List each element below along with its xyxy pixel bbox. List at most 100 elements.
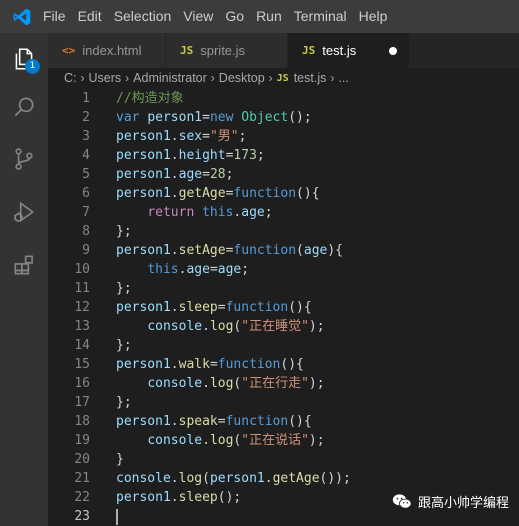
code-line[interactable]: 5 person1.age=28; <box>48 165 519 184</box>
code-line[interactable]: 18 person1.speak=function(){ <box>48 412 519 431</box>
code-text: return this.age; <box>116 203 273 222</box>
code-token: . <box>170 490 179 505</box>
code-line[interactable]: 10 this.age=age; <box>48 260 519 279</box>
code-token: getAge <box>272 471 320 486</box>
code-text: console.log(person1.getAge()); <box>116 469 351 488</box>
code-line[interactable]: 15 person1.walk=function(){ <box>48 355 519 374</box>
code-token: person1 <box>116 414 171 429</box>
code-line[interactable]: 21 console.log(person1.getAge()); <box>48 469 519 488</box>
code-token: age <box>186 262 210 277</box>
menu-item-terminal[interactable]: Terminal <box>288 0 353 33</box>
line-number: 3 <box>82 129 90 144</box>
extensions-icon[interactable] <box>0 241 48 289</box>
code-line[interactable]: 16 console.log("正在行走"); <box>48 374 519 393</box>
code-token: age <box>241 205 265 220</box>
code-line[interactable]: 4 person1.height=173; <box>48 146 519 165</box>
menu-item-edit[interactable]: Edit <box>72 0 108 33</box>
code-token: } <box>116 452 124 467</box>
code-text: } <box>116 450 124 469</box>
code-text: var person1=new Object(); <box>116 108 312 127</box>
code-line[interactable]: 17}; <box>48 393 519 412</box>
code-token: person1 <box>147 110 203 125</box>
menu-item-selection[interactable]: Selection <box>108 0 178 33</box>
code-token: (){ <box>280 357 304 372</box>
tab-sprite-js[interactable]: JS sprite.js <box>166 33 288 68</box>
activity-bar: 1 <box>0 33 48 526</box>
menu-item-run[interactable]: Run <box>250 0 288 33</box>
code-token: ; <box>241 262 250 277</box>
breadcrumb-more[interactable]: ... <box>338 71 348 85</box>
line-number: 15 <box>74 357 90 372</box>
code-line[interactable]: 11}; <box>48 279 519 298</box>
tab-test-js[interactable]: JS test.js <box>288 33 410 68</box>
text-cursor <box>116 509 118 525</box>
line-number: 14 <box>74 338 90 353</box>
code-text: this.age=age; <box>116 260 249 279</box>
breadcrumb-file[interactable]: test.js <box>294 71 327 85</box>
run-debug-icon[interactable] <box>0 188 48 236</box>
code-line[interactable]: 7 return this.age; <box>48 203 519 222</box>
line-number: 18 <box>74 414 90 429</box>
line-number: 22 <box>74 490 90 505</box>
explorer-icon[interactable]: 1 <box>0 35 48 83</box>
breadcrumb-item[interactable]: Desktop <box>219 71 265 85</box>
code-token: = <box>209 357 218 372</box>
code-line[interactable]: 3 person1.sex="男"; <box>48 127 519 146</box>
breadcrumb-item[interactable]: Administrator <box>133 71 207 85</box>
code-token: log <box>209 319 234 334</box>
wechat-logo-icon <box>392 494 412 509</box>
code-token: ){ <box>327 243 344 258</box>
code-line[interactable]: 20} <box>48 450 519 469</box>
breadcrumb-item[interactable]: C: <box>64 71 77 85</box>
code-token: age <box>303 243 328 258</box>
source-control-icon[interactable] <box>0 135 48 183</box>
code-token: person1 <box>116 300 171 315</box>
code-token: = <box>209 262 218 277</box>
menu-item-file[interactable]: File <box>43 0 72 33</box>
code-text: person1.speak=function(){ <box>116 412 312 431</box>
html-file-icon: <> <box>62 44 76 57</box>
code-text: }; <box>116 222 132 241</box>
tab-index-html[interactable]: <> index.html <box>48 33 166 68</box>
tab-label: index.html <box>82 43 142 58</box>
code-text: person1.walk=function(){ <box>116 355 304 374</box>
line-number: 12 <box>74 300 90 315</box>
title-bar: File Edit Selection View Go Run Terminal Help <box>0 0 519 33</box>
code-token: this <box>147 262 179 277</box>
unsaved-dot-icon[interactable] <box>389 46 397 55</box>
line-number: 2 <box>82 110 90 125</box>
code-line[interactable]: 6 person1.getAge=function(){ <box>48 184 519 203</box>
code-token: ; <box>264 205 273 220</box>
code-line[interactable]: 1 //构造对象 <box>48 89 519 108</box>
search-icon[interactable] <box>0 83 48 131</box>
menu-item-go[interactable]: Go <box>219 0 250 33</box>
code-token: }; <box>116 281 132 296</box>
line-number: 20 <box>74 452 90 467</box>
code-token: person1 <box>116 243 171 258</box>
code-text: //构造对象 <box>116 89 184 108</box>
explorer-badge: 1 <box>25 59 40 74</box>
code-line[interactable]: 2 var person1=new Object(); <box>48 108 519 127</box>
chevron-right-icon: › <box>125 71 130 85</box>
code-editor[interactable]: 1//构造对象 2 var person1=new Object(); 3 person… <box>48 88 519 526</box>
code-line[interactable]: 9 person1.setAge=function(age){ <box>48 241 519 260</box>
code-token: = <box>217 300 226 315</box>
code-token: 28 <box>209 167 226 182</box>
breadcrumb-item[interactable]: Users <box>89 71 122 85</box>
code-line[interactable]: 12 person1.sleep=function(){ <box>48 298 519 317</box>
code-line[interactable]: 13 console.log("正在睡觉"); <box>48 317 519 336</box>
menu-item-help[interactable]: Help <box>353 0 394 33</box>
code-line[interactable]: 8}; <box>48 222 519 241</box>
line-number: 17 <box>74 395 90 410</box>
line-number: 7 <box>82 205 90 220</box>
menu-item-view[interactable]: View <box>177 0 219 33</box>
line-number: 13 <box>74 319 90 334</box>
code-token: function <box>233 243 297 258</box>
code-token: age <box>178 167 203 182</box>
code-line[interactable]: 19 console.log("正在说话"); <box>48 431 519 450</box>
code-line[interactable]: 14}; <box>48 336 519 355</box>
code-token: . <box>170 167 179 182</box>
menu-bar: File Edit Selection View Go Run Terminal Help <box>43 0 393 33</box>
code-token: function <box>225 300 289 315</box>
